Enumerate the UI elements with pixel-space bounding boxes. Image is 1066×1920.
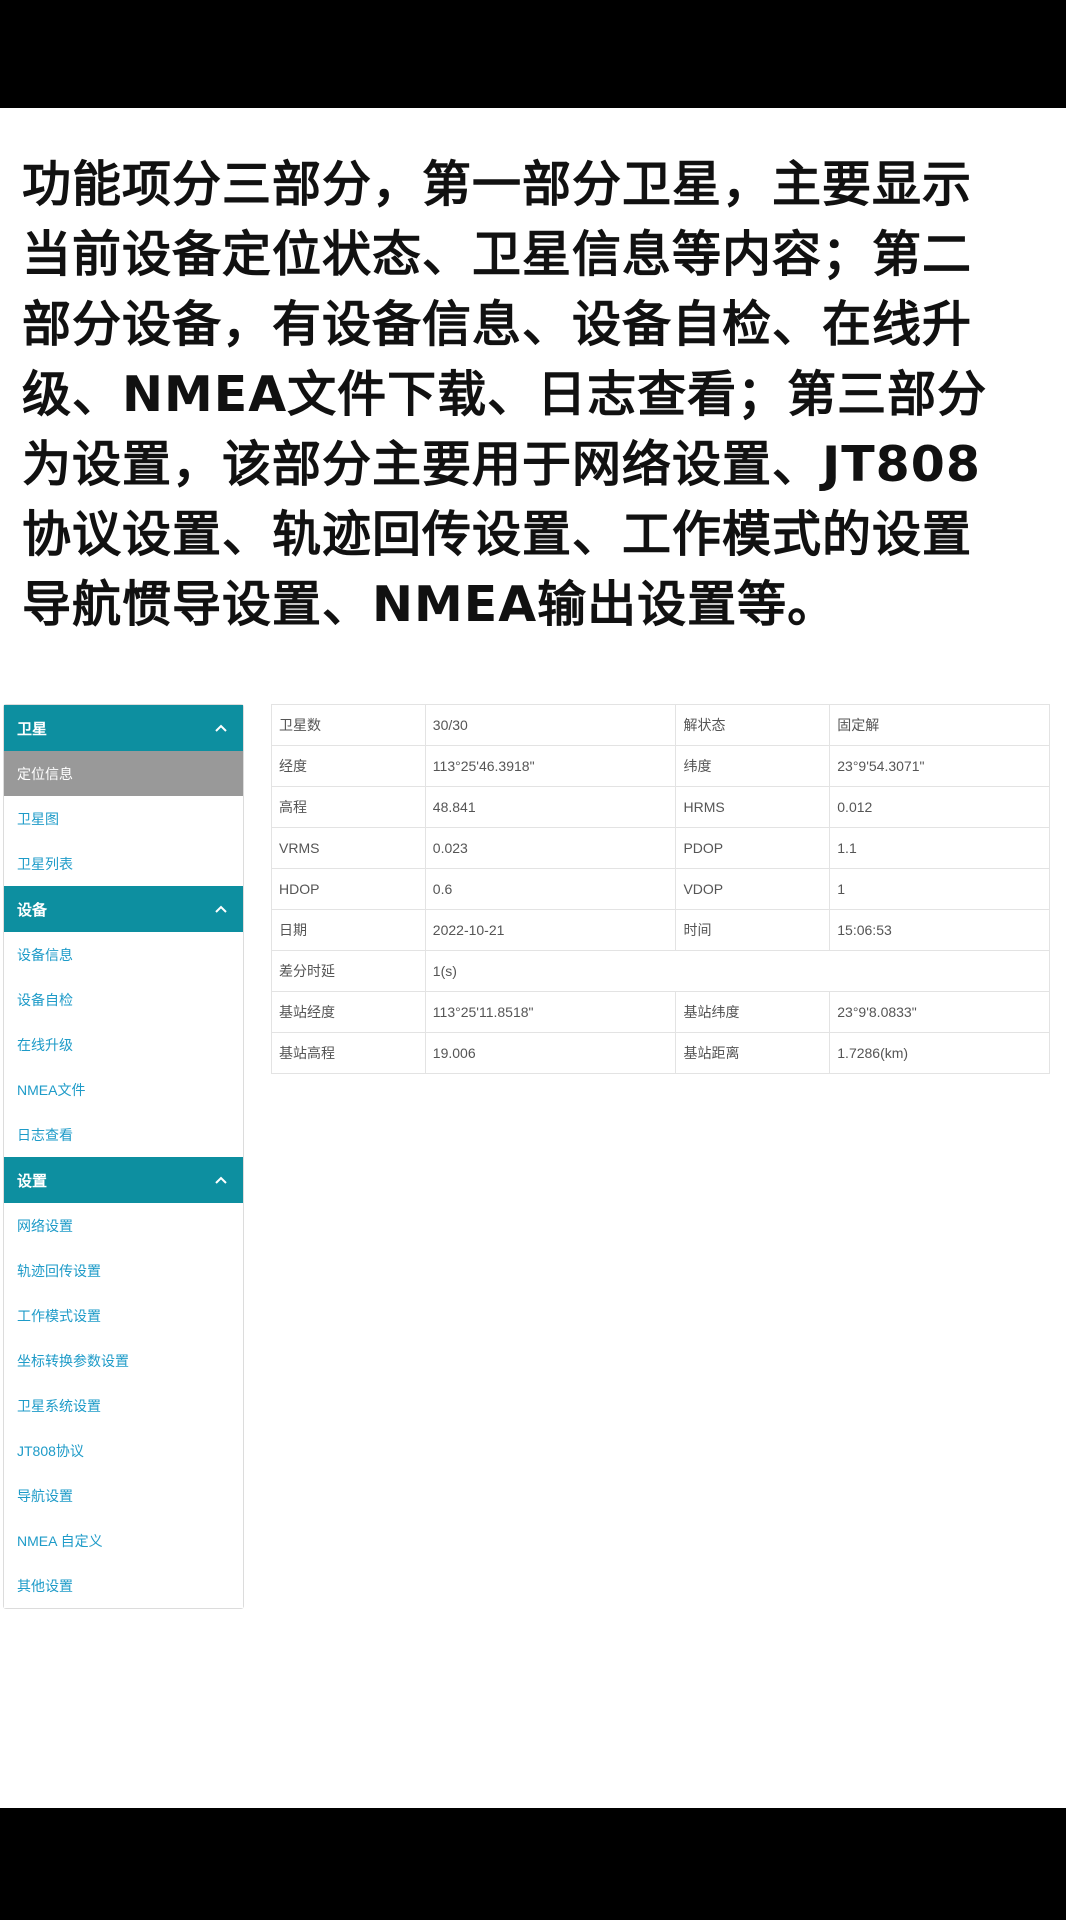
field-value: 0.023 <box>424 827 677 869</box>
sidebar-item[interactable]: 设备信息 <box>4 932 243 977</box>
sidebar-item[interactable]: 卫星系统设置 <box>4 1383 243 1428</box>
field-label: VDOP <box>675 868 831 910</box>
field-label: PDOP <box>675 827 831 869</box>
field-value: 1 <box>829 868 1050 910</box>
field-value: 固定解 <box>829 704 1050 746</box>
description-line: 为设置，该部分主要用于网络设置、JT808 <box>22 436 981 493</box>
description-text: 功能项分三部分，第一部分卫星，主要显示 当前设备定位状态、卫星信息等内容；第二 … <box>22 150 1052 640</box>
description-line: 功能项分三部分，第一部分卫星，主要显示 <box>22 156 973 213</box>
chevron-up-icon[interactable] <box>213 720 229 736</box>
content-area: 功能项分三部分，第一部分卫星，主要显示 当前设备定位状态、卫星信息等内容；第二 … <box>0 108 1066 1808</box>
table-row: 基站经度 113°25'11.8518" 基站纬度 23°9'8.0833" <box>271 991 1050 1033</box>
field-label: 基站经度 <box>271 991 426 1033</box>
chevron-up-icon[interactable] <box>213 901 229 917</box>
field-value: 2022-10-21 <box>424 909 677 951</box>
description-line: 当前设备定位状态、卫星信息等内容；第二 <box>22 226 973 283</box>
field-value: 0.012 <box>829 786 1050 828</box>
field-value: 1.7286(km) <box>829 1032 1050 1074</box>
field-label: 解状态 <box>675 704 831 746</box>
table-row: 高程 48.841 HRMS 0.012 <box>271 786 1050 828</box>
bottom-black-bar <box>0 1808 1066 1920</box>
field-label: 纬度 <box>675 745 831 787</box>
top-black-bar <box>0 0 1066 108</box>
positioning-info-table: 卫星数 30/30 解状态 固定解 经度 113°25'46.3918" 纬度 23°9'54… <box>271 704 1051 1074</box>
field-label: 卫星数 <box>271 704 426 746</box>
sidebar-item[interactable]: 在线升级 <box>4 1022 243 1067</box>
sidebar-item[interactable]: 定位信息 <box>4 751 243 796</box>
sidebar-item[interactable]: 工作模式设置 <box>4 1293 243 1338</box>
sidebar-section-title: 设备 <box>17 901 48 919</box>
sidebar-section-header[interactable]: 设备 <box>4 886 243 932</box>
description-line: 级、NMEA文件下载、日志查看；第三部分 <box>22 366 988 423</box>
table-row: 经度 113°25'46.3918" 纬度 23°9'54.3071" <box>271 745 1050 787</box>
field-label: 时间 <box>675 909 831 951</box>
field-label: HDOP <box>271 868 426 910</box>
field-label: VRMS <box>271 827 426 869</box>
field-label: 基站距离 <box>675 1032 831 1074</box>
table-row: HDOP 0.6 VDOP 1 <box>271 868 1050 910</box>
table-row: 卫星数 30/30 解状态 固定解 <box>271 704 1050 746</box>
sidebar-item[interactable]: 轨迹回传设置 <box>4 1248 243 1293</box>
sidebar-item[interactable]: 导航设置 <box>4 1473 243 1518</box>
sidebar-section-title: 设置 <box>17 1172 48 1190</box>
sidebar-item[interactable]: NMEA文件 <box>4 1067 243 1112</box>
sidebar-item[interactable]: 网络设置 <box>4 1203 243 1248</box>
table-row: 差分时延 1(s) <box>271 950 1051 992</box>
field-value: 113°25'11.8518" <box>424 991 677 1033</box>
table-row: 日期 2022-10-21 时间 15:06:53 <box>271 909 1050 951</box>
field-label: 日期 <box>271 909 426 951</box>
sidebar-section-title: 卫星 <box>17 720 48 738</box>
field-label: 经度 <box>271 745 426 787</box>
sidebar-menu: 卫星定位信息 卫星图 卫星列表设备设备信息 设备自检 在线升级 NMEA文件 日志查看设置网… <box>3 704 244 1609</box>
description-line: 导航惯导设置、NMEA输出设置等。 <box>22 576 838 633</box>
field-value: 15:06:53 <box>829 909 1050 951</box>
field-value: 0.6 <box>424 868 677 910</box>
description-line: 部分设备，有设备信息、设备自检、在线升 <box>22 296 973 353</box>
field-label: 基站纬度 <box>675 991 831 1033</box>
sidebar-item[interactable]: 卫星图 <box>4 796 243 841</box>
chevron-up-icon[interactable] <box>213 1172 229 1188</box>
table-row: 基站高程 19.006 基站距离 1.7286(km) <box>271 1032 1050 1074</box>
description-line: 协议设置、轨迹回传设置、工作模式的设置 <box>22 506 973 563</box>
sidebar-item[interactable]: NMEA 自定义 <box>4 1518 243 1563</box>
sidebar-item[interactable]: JT808协议 <box>4 1428 243 1473</box>
field-value: 48.841 <box>424 786 677 828</box>
table-row: VRMS 0.023 PDOP 1.1 <box>271 827 1050 869</box>
sidebar-item[interactable]: 卫星列表 <box>4 841 243 886</box>
field-label: HRMS <box>675 786 831 828</box>
field-value: 1.1 <box>829 827 1050 869</box>
field-value: 1(s) <box>424 950 1051 992</box>
sidebar-item[interactable]: 日志查看 <box>4 1112 243 1157</box>
sidebar-section-header[interactable]: 卫星 <box>4 705 243 751</box>
sidebar-item[interactable]: 设备自检 <box>4 977 243 1022</box>
sidebar-section-header[interactable]: 设置 <box>4 1157 243 1203</box>
field-value: 23°9'54.3071" <box>829 745 1050 787</box>
sidebar-item[interactable]: 坐标转换参数设置 <box>4 1338 243 1383</box>
field-label: 差分时延 <box>271 950 426 992</box>
field-value: 23°9'8.0833" <box>829 991 1050 1033</box>
field-value: 30/30 <box>424 704 677 746</box>
field-label: 基站高程 <box>271 1032 426 1074</box>
field-value: 19.006 <box>424 1032 677 1074</box>
field-label: 高程 <box>271 786 426 828</box>
sidebar-item[interactable]: 其他设置 <box>4 1563 243 1608</box>
field-value: 113°25'46.3918" <box>424 745 677 787</box>
